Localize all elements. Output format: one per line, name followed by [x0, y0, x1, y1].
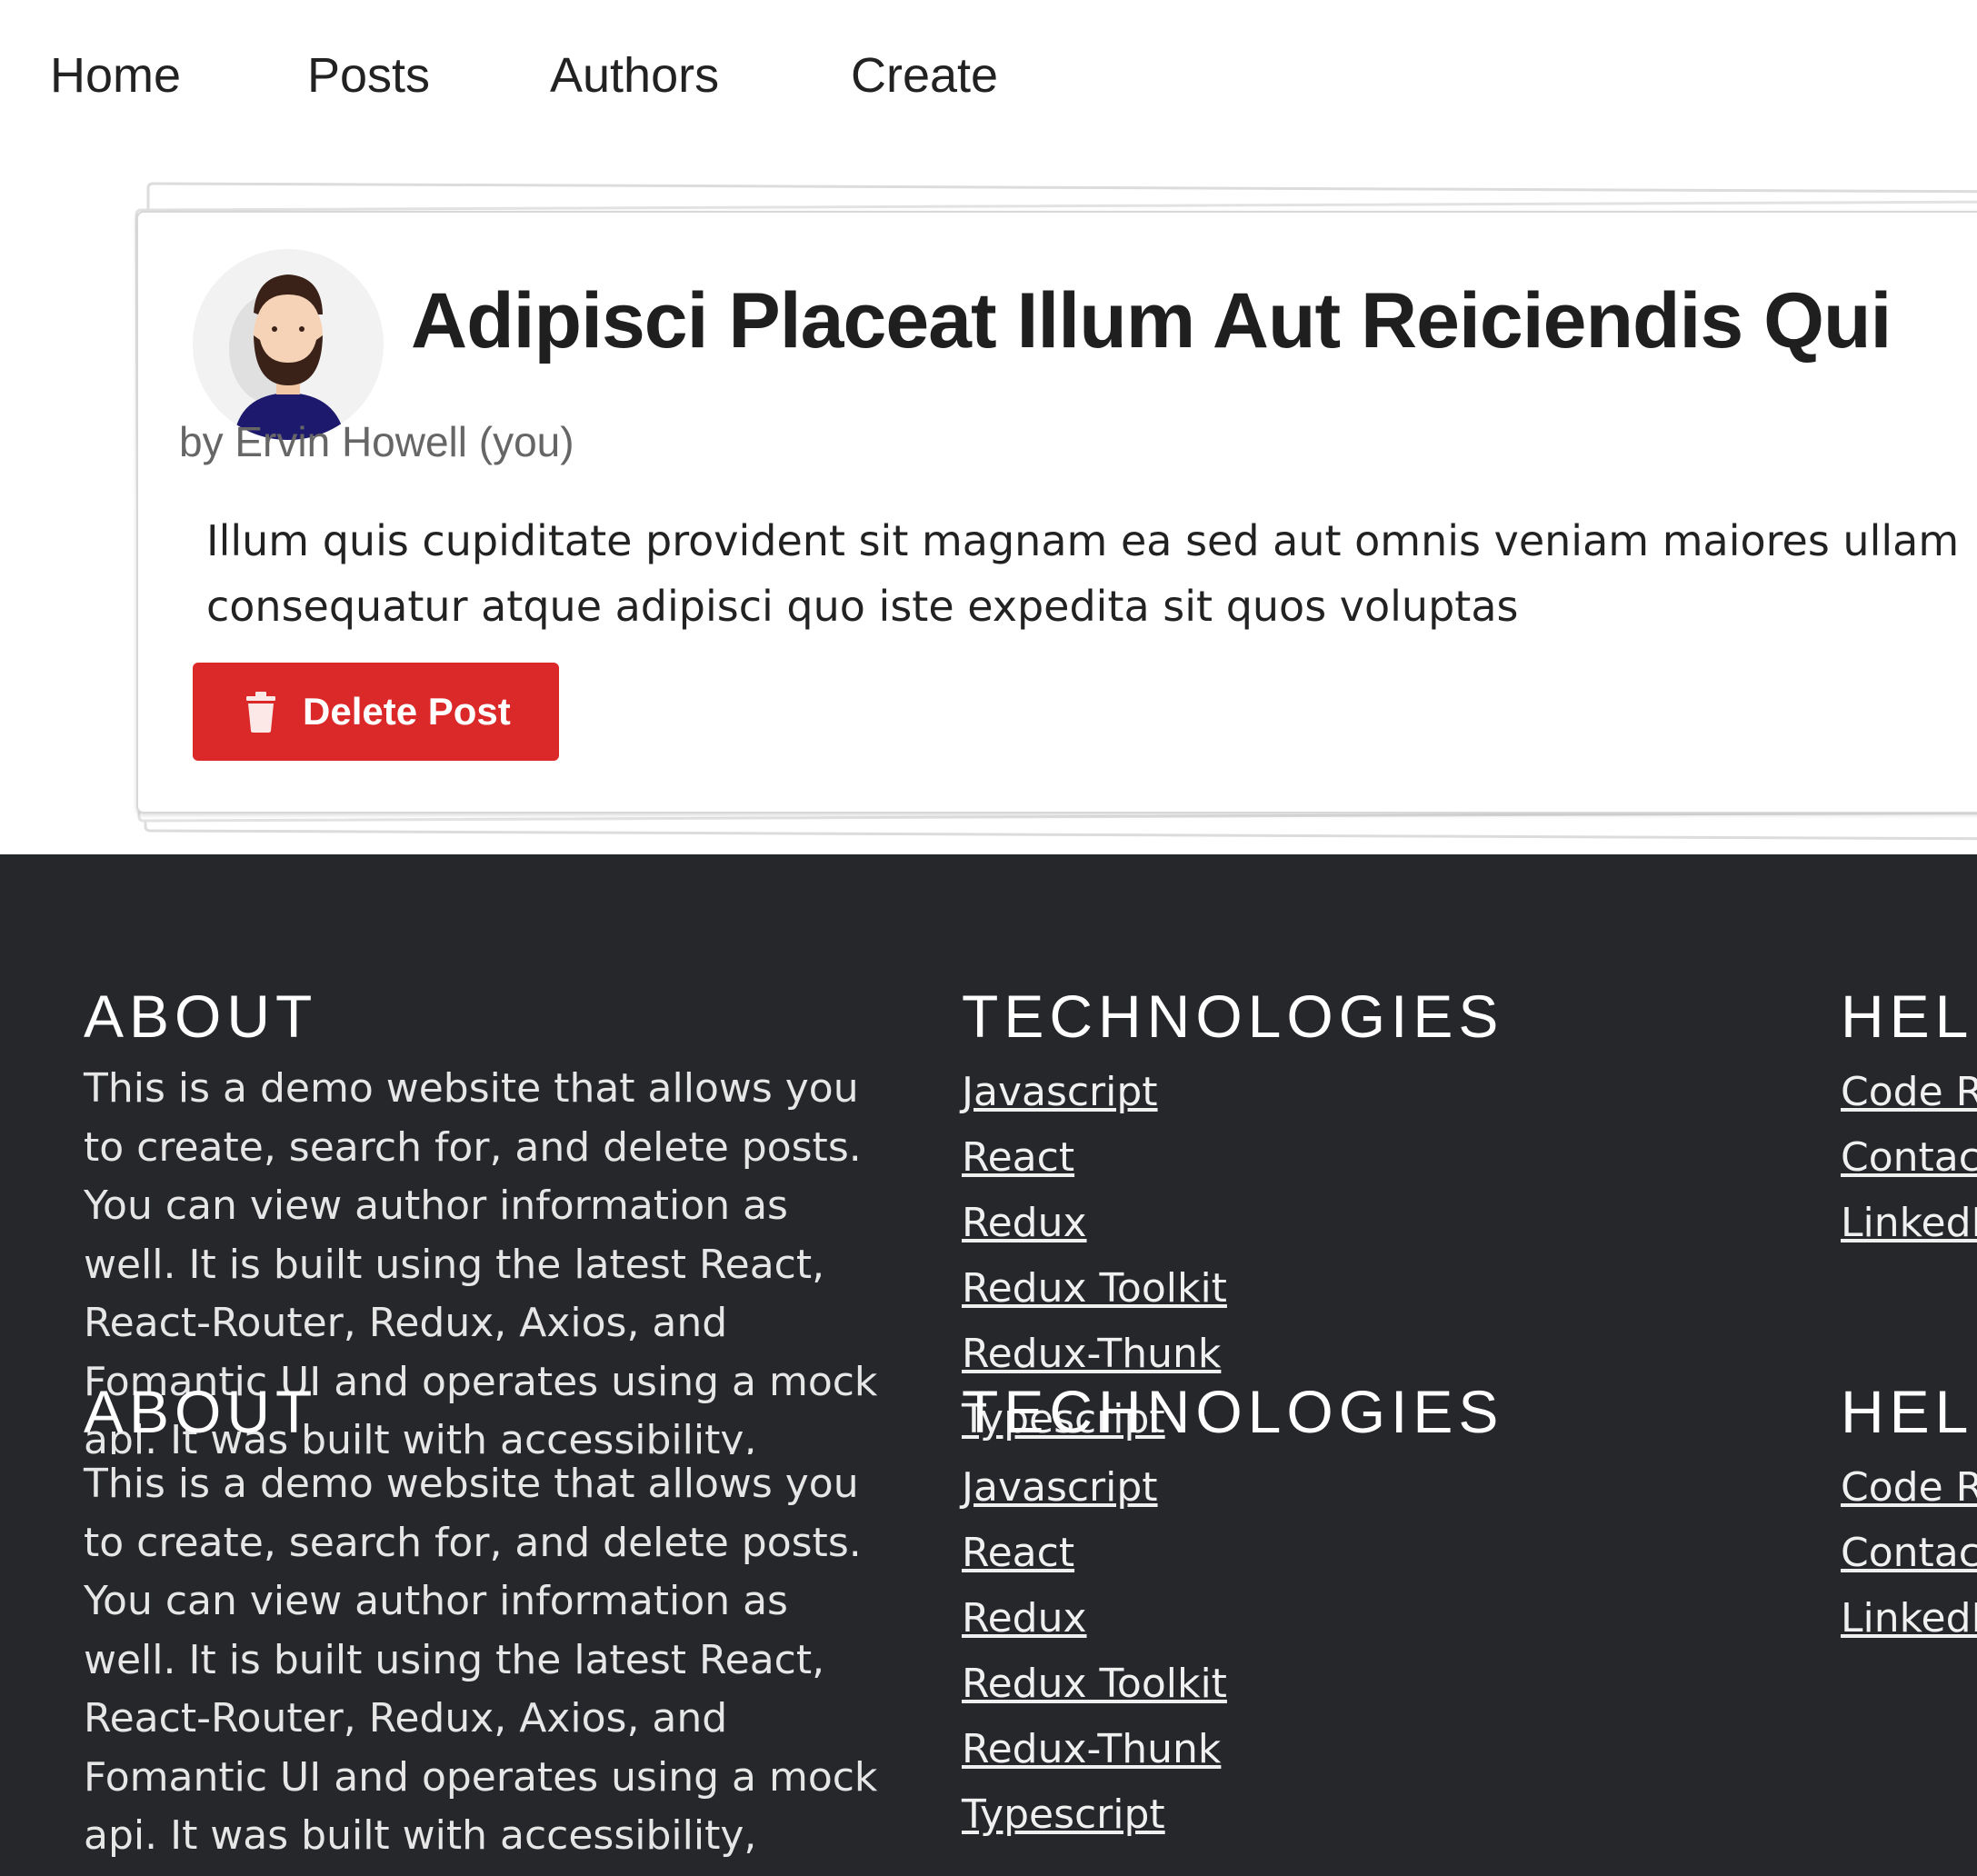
footer-tech-link[interactable]: React: [962, 1521, 1503, 1586]
footer-content-repeat: ABOUT This is a demo website that allows…: [0, 1250, 1977, 1876]
footer-tech-link[interactable]: Redux: [962, 1191, 1503, 1256]
delete-post-button[interactable]: Delete Post: [193, 663, 559, 761]
footer-about-column: ABOUT This is a demo website that allows…: [84, 1377, 893, 1876]
footer-tech-link[interactable]: Redux Toolkit: [962, 1651, 1503, 1717]
footer-help-link[interactable]: LinkedIn: [1841, 1586, 1977, 1651]
nav-posts-link[interactable]: Posts: [307, 47, 430, 104]
author-avatar: [193, 249, 384, 440]
footer-technologies-heading: TECHNOLOGIES: [962, 983, 1504, 1050]
avatar-illustration: [229, 274, 345, 440]
footer-help-column: HELP Code Repository Contact LinkedIn: [1841, 982, 1977, 1256]
footer-tech-link[interactable]: Javascript: [962, 1060, 1503, 1125]
footer-about-text: This is a demo website that allows you t…: [84, 1461, 885, 1876]
footer-tech-link[interactable]: React: [962, 1125, 1503, 1191]
delete-post-label: Delete Post: [303, 690, 511, 733]
footer-about-heading: ABOUT: [84, 1378, 318, 1445]
trash-icon: [243, 691, 279, 733]
footer-tech-link[interactable]: Typescript: [962, 1782, 1503, 1848]
nav-authors-link[interactable]: Authors: [550, 47, 719, 104]
post-title: Adipisci Placeat Illum Aut Reiciendis Qu…: [411, 277, 1892, 364]
footer-help-link[interactable]: Code Repository: [1841, 1060, 1977, 1125]
footer-help-heading: HELP: [1841, 983, 1977, 1050]
footer-help-heading: HELP: [1841, 1378, 1977, 1445]
footer-help-link[interactable]: Contact: [1841, 1125, 1977, 1191]
footer-help-link[interactable]: Contact: [1841, 1521, 1977, 1586]
footer-tech-link[interactable]: Javascript: [962, 1455, 1503, 1521]
footer-technologies-heading: TECHNOLOGIES: [962, 1378, 1504, 1445]
footer-tech-link[interactable]: Redux-Thunk: [962, 1717, 1503, 1782]
site-footer: ABOUT This is a demo website that allows…: [0, 854, 1977, 1876]
footer-help-link[interactable]: Code Repository: [1841, 1455, 1977, 1521]
nav-create-link[interactable]: Create: [851, 47, 998, 104]
post-body: Illum quis cupiditate provident sit magn…: [206, 516, 1960, 631]
footer-tech-link[interactable]: Redux: [962, 1586, 1503, 1651]
footer-technologies-column: TECHNOLOGIES Javascript React Redux Redu…: [962, 1377, 1503, 1848]
top-nav: Home Posts Authors Create: [0, 0, 1977, 155]
footer-help-link[interactable]: LinkedIn: [1841, 1191, 1977, 1256]
footer-about-heading: ABOUT: [84, 983, 318, 1050]
post-byline: by Ervin Howell (you): [179, 418, 574, 465]
nav-home-link[interactable]: Home: [50, 47, 181, 104]
post-card: Adipisci Placeat Illum Aut Reiciendis Qu…: [136, 211, 1977, 813]
footer-help-column: HELP Code Repository Contact LinkedIn: [1841, 1377, 1977, 1651]
